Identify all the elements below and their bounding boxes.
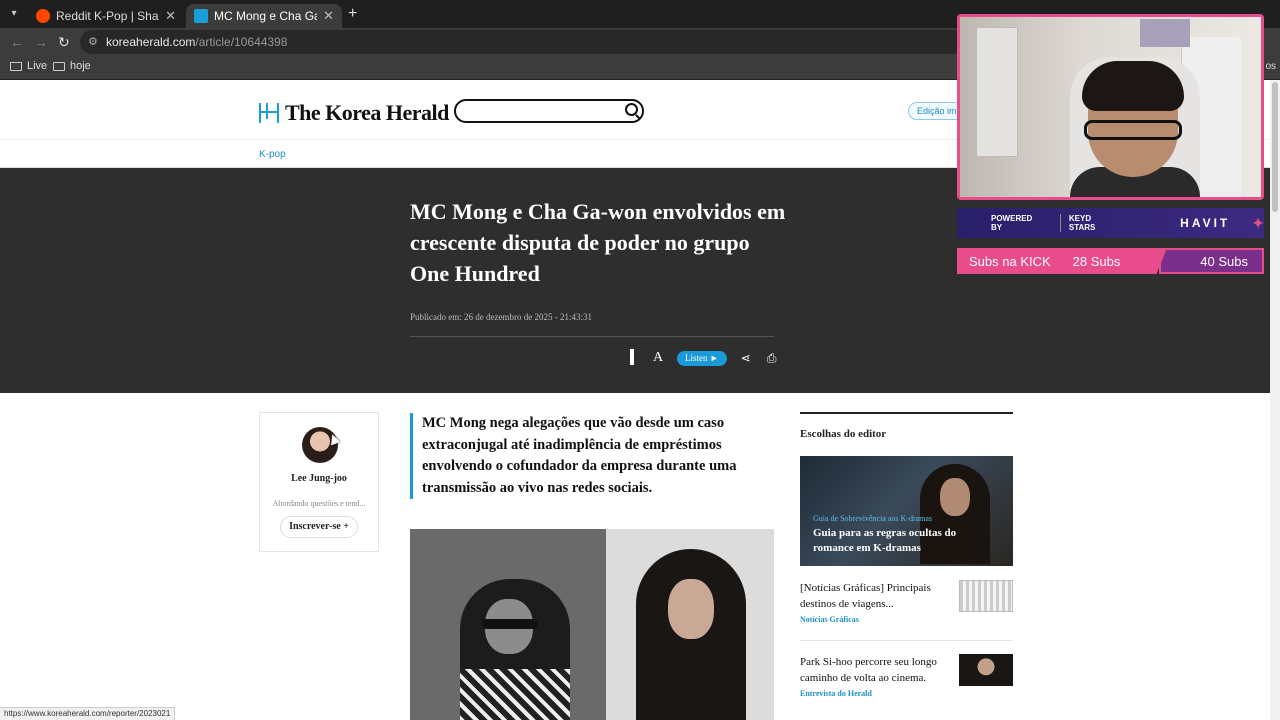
site-info-icon[interactable]: ⚙ [88, 30, 98, 54]
sponsor-banner: POWERED BY KEYD STARS HAVIT ✦ [957, 208, 1264, 238]
status-bar-url: https://www.koreaherald.com/reporter/202… [0, 707, 176, 720]
subs-progress: Subs na KICK 28 Subs [957, 248, 1167, 274]
forward-icon[interactable]: → [34, 34, 48, 50]
back-icon[interactable]: ← [10, 34, 24, 50]
subs-label: Subs na KICK [969, 253, 1051, 269]
sidebar-item-category[interactable]: Notícias Gráficas [800, 615, 859, 624]
article-lede: MC Mong nega alegações que vão desde um … [410, 413, 774, 499]
tab-search-icon[interactable]: ▾ [6, 6, 22, 22]
page-scrollbar[interactable] [1270, 80, 1280, 720]
reddit-icon [36, 9, 50, 23]
url-domain: koreaherald.com [106, 35, 196, 49]
tab-reddit[interactable]: Reddit K-Pop | Share and discov ✕ [28, 4, 184, 28]
close-tab-icon[interactable]: ✕ [323, 8, 334, 24]
sidebar-title: Escolhas do editor [800, 428, 887, 440]
address-bar[interactable]: ⚙ koreaherald.com/article/10644398 [80, 30, 980, 54]
folder-icon [53, 61, 65, 71]
article-hero: MC Mong e Cha Ga-won envolvidos em cresc… [0, 168, 1270, 393]
havit-logo: HAVIT [1180, 216, 1231, 230]
korea-herald-logo-icon [259, 103, 279, 123]
bookmark-label: Live [27, 60, 48, 72]
logo-text: The Korea Herald [285, 100, 449, 125]
subs-count: 28 Subs [1072, 253, 1121, 269]
article-tools: A Listen ► ⋖ ⎙ [625, 349, 791, 366]
close-tab-icon[interactable]: ✕ [165, 8, 176, 24]
subs-goal-bar: Subs na KICK 28 Subs 40 Subs [957, 248, 1264, 274]
korea-herald-favicon-icon [194, 9, 208, 23]
sidebar-item-title[interactable]: [Notícias Gráficas] Principais destinos … [800, 580, 950, 612]
feature-title[interactable]: Guia para as regras ocultas do romance e… [813, 526, 993, 556]
share-icon[interactable]: ⋖ [739, 351, 753, 365]
photo-mc-mong [410, 529, 606, 720]
site-logo[interactable]: The Korea Herald [259, 100, 449, 126]
section-link-kpop[interactable]: K-pop [259, 149, 286, 160]
scrollbar-thumb[interactable] [1272, 82, 1278, 212]
listen-button[interactable]: Listen ► [677, 350, 727, 366]
divider [410, 336, 774, 337]
article-headline: MC Mong e Cha Ga-won envolvidos em cresc… [410, 199, 786, 286]
search-icon[interactable] [625, 103, 638, 116]
bookmark-hoje[interactable]: hoje [53, 60, 91, 72]
reload-icon[interactable]: ↻ [58, 34, 70, 51]
font-size-icon[interactable]: A [651, 351, 665, 365]
slash-logo-icon: ✦ [1252, 214, 1264, 231]
bookmark-icon[interactable] [625, 349, 639, 365]
new-tab-icon[interactable]: + [348, 5, 357, 23]
subs-goal-label: 40 Subs [1200, 253, 1248, 269]
bookmark-label: hoje [70, 60, 91, 72]
sidebar-divider [800, 412, 1013, 414]
sidebar-item-thumbnail[interactable] [959, 654, 1013, 686]
feature-category[interactable]: Guia de Sobrevivência aos K-dramas [813, 514, 932, 523]
sidebar-item-thumbnail[interactable] [959, 580, 1013, 612]
sidebar-item[interactable]: Park Si-hoo percorre seu longo caminho d… [800, 654, 1013, 712]
subscribe-button[interactable]: Inscrever-se + [280, 516, 358, 538]
published-date: Publicado em: 26 de dezembro de 2025 - 2… [410, 312, 592, 322]
author-card[interactable]: Lee Jung-joo Abordando questões e tend..… [259, 412, 379, 552]
author-name[interactable]: Lee Jung-joo [260, 473, 378, 484]
tab-korea-herald[interactable]: MC Mong e Cha Ga-won envolv ✕ [186, 4, 342, 28]
all-bookmarks[interactable]: os [1265, 61, 1276, 72]
sponsor-powered-by: POWERED BY [991, 214, 1033, 232]
keyd-stars-logo: KEYD STARS [1059, 214, 1118, 232]
sidebar-item[interactable]: [Notícias Gráficas] Principais destinos … [800, 580, 1013, 638]
search-input[interactable] [454, 99, 644, 123]
divider [800, 640, 1013, 641]
subs-goal: 40 Subs [1159, 248, 1264, 274]
url-path: /article/10644398 [195, 35, 288, 49]
tab-title: Reddit K-Pop | Share and discov [56, 9, 159, 23]
article-photo [410, 529, 774, 720]
author-description: Abordando questões e tend... [272, 499, 366, 508]
avatar[interactable] [302, 427, 338, 463]
folder-icon [10, 61, 22, 71]
feature-card[interactable]: Guia de Sobrevivência aos K-dramas Guia … [800, 456, 1013, 566]
sidebar-item-title[interactable]: Park Si-hoo percorre seu longo caminho d… [800, 654, 950, 686]
photo-cha-ga-won [606, 529, 774, 720]
tab-title: MC Mong e Cha Ga-won envolv [214, 9, 317, 23]
webcam-overlay [957, 14, 1264, 200]
print-icon[interactable]: ⎙ [765, 351, 779, 365]
sidebar-item-category[interactable]: Entrevista do Herald [800, 689, 872, 698]
bookmark-live[interactable]: Live [10, 60, 47, 72]
